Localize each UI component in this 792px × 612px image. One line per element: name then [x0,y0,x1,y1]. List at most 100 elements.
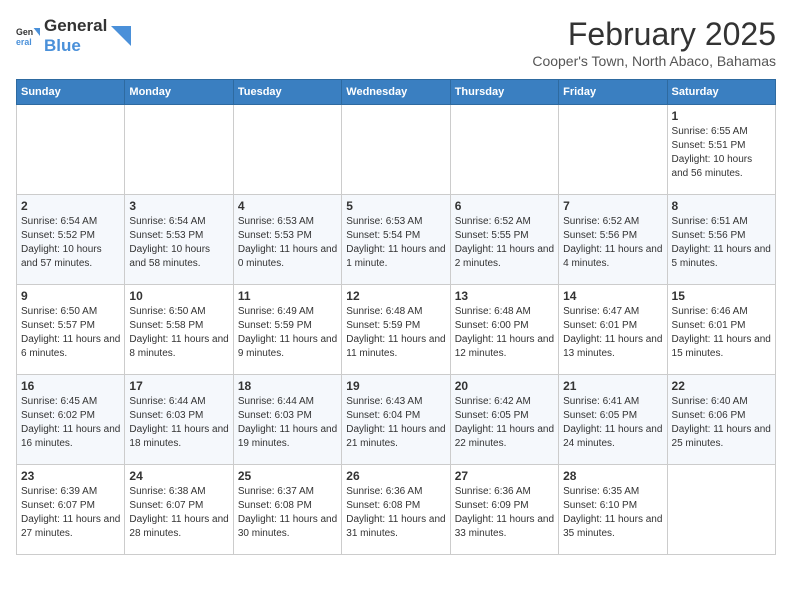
day-info: Sunrise: 6:54 AM Sunset: 5:53 PM Dayligh… [129,215,228,271]
weekday-header-sunday: Sunday [17,80,125,105]
calendar-cell: 19 Sunrise: 6:43 AM Sunset: 6:04 PM Dayli… [342,375,450,465]
calendar-cell: 23 Sunrise: 6:39 AM Sunset: 6:07 PM Dayli… [17,465,125,555]
title-area: February 2025 Cooper's Town, North Abaco… [532,16,776,69]
logo: Gen eral General Blue [16,16,131,57]
day-number: 5 [346,199,445,213]
calendar-week-3: 9Sunrise: 6:50 AM Sunset: 5:57 PM Daylig… [17,285,776,375]
day-number: 16 [21,379,120,393]
day-info: Sunrise: 6:53 AM Sunset: 5:53 PM Dayligh… [238,215,337,271]
day-info: Sunrise: 6:49 AM Sunset: 5:59 PM Dayligh… [238,305,337,361]
day-number: 6 [455,199,554,213]
day-number: 7 [563,199,662,213]
day-info: Sunrise: 6:37 AM Sunset: 6:08 PM Dayligh… [238,485,337,541]
calendar-week-4: 16Sunrise: 6:45 AM Sunset: 6:02 PM Dayli… [17,375,776,465]
calendar-cell [17,105,125,195]
calendar-cell: 11Sunrise: 6:49 AM Sunset: 5:59 PM Dayli… [233,285,341,375]
day-info: Sunrise: 6:43 AM Sunset: 6:04 PM Dayligh… [346,395,445,451]
calendar-cell [233,105,341,195]
day-number: 13 [455,289,554,303]
calendar-cell: 8 Sunrise: 6:51 AM Sunset: 5:56 PM Daylig… [667,195,775,285]
calendar-week-2: 2Sunrise: 6:54 AM Sunset: 5:52 PM Daylig… [17,195,776,285]
day-number: 1 [672,109,771,123]
calendar-cell: 15 Sunrise: 6:46 AM Sunset: 6:01 PM Dayli… [667,285,775,375]
calendar-cell: 27 Sunrise: 6:36 AM Sunset: 6:09 PM Dayli… [450,465,558,555]
day-info: Sunrise: 6:47 AM Sunset: 6:01 PM Dayligh… [563,305,662,361]
calendar-cell: 16Sunrise: 6:45 AM Sunset: 6:02 PM Dayli… [17,375,125,465]
weekday-header-friday: Friday [559,80,667,105]
calendar-cell [559,105,667,195]
calendar-cell: 4 Sunrise: 6:53 AM Sunset: 5:53 PM Daylig… [233,195,341,285]
calendar-table: SundayMondayTuesdayWednesdayThursdayFrid… [16,79,776,555]
day-number: 28 [563,469,662,483]
calendar-cell: 18 Sunrise: 6:44 AM Sunset: 6:03 PM Dayli… [233,375,341,465]
day-info: Sunrise: 6:46 AM Sunset: 6:01 PM Dayligh… [672,305,771,361]
day-number: 21 [563,379,662,393]
calendar-week-5: 23 Sunrise: 6:39 AM Sunset: 6:07 PM Dayli… [17,465,776,555]
day-info: Sunrise: 6:52 AM Sunset: 5:56 PM Dayligh… [563,215,662,271]
day-info: Sunrise: 6:36 AM Sunset: 6:09 PM Dayligh… [455,485,554,541]
day-number: 18 [238,379,337,393]
weekday-header-saturday: Saturday [667,80,775,105]
calendar-cell: 12 Sunrise: 6:48 AM Sunset: 5:59 PM Dayli… [342,285,450,375]
day-number: 25 [238,469,337,483]
day-number: 17 [129,379,228,393]
calendar-cell: 10Sunrise: 6:50 AM Sunset: 5:58 PM Dayli… [125,285,233,375]
day-info: Sunrise: 6:51 AM Sunset: 5:56 PM Dayligh… [672,215,771,271]
day-info: Sunrise: 6:48 AM Sunset: 5:59 PM Dayligh… [346,305,445,361]
calendar-cell: 13 Sunrise: 6:48 AM Sunset: 6:00 PM Dayli… [450,285,558,375]
day-number: 3 [129,199,228,213]
day-number: 27 [455,469,554,483]
day-info: Sunrise: 6:38 AM Sunset: 6:07 PM Dayligh… [129,485,228,541]
day-number: 26 [346,469,445,483]
day-number: 15 [672,289,771,303]
calendar-cell: 21 Sunrise: 6:41 AM Sunset: 6:05 PM Dayli… [559,375,667,465]
day-number: 19 [346,379,445,393]
day-info: Sunrise: 6:52 AM Sunset: 5:55 PM Dayligh… [455,215,554,271]
calendar-cell: 14Sunrise: 6:47 AM Sunset: 6:01 PM Dayli… [559,285,667,375]
day-number: 23 [21,469,120,483]
calendar-cell: 9Sunrise: 6:50 AM Sunset: 5:57 PM Daylig… [17,285,125,375]
calendar-cell [125,105,233,195]
calendar-cell: 5 Sunrise: 6:53 AM Sunset: 5:54 PM Daylig… [342,195,450,285]
calendar-cell: 28Sunrise: 6:35 AM Sunset: 6:10 PM Dayli… [559,465,667,555]
weekday-header-monday: Monday [125,80,233,105]
logo-blue-text: Blue [44,36,107,56]
day-info: Sunrise: 6:36 AM Sunset: 6:08 PM Dayligh… [346,485,445,541]
day-number: 22 [672,379,771,393]
calendar-cell: 2Sunrise: 6:54 AM Sunset: 5:52 PM Daylig… [17,195,125,285]
day-info: Sunrise: 6:55 AM Sunset: 5:51 PM Dayligh… [672,125,771,181]
location-title: Cooper's Town, North Abaco, Bahamas [532,53,776,69]
calendar-cell: 6 Sunrise: 6:52 AM Sunset: 5:55 PM Daylig… [450,195,558,285]
day-info: Sunrise: 6:41 AM Sunset: 6:05 PM Dayligh… [563,395,662,451]
day-info: Sunrise: 6:40 AM Sunset: 6:06 PM Dayligh… [672,395,771,451]
day-number: 20 [455,379,554,393]
day-info: Sunrise: 6:50 AM Sunset: 5:57 PM Dayligh… [21,305,120,361]
day-info: Sunrise: 6:48 AM Sunset: 6:00 PM Dayligh… [455,305,554,361]
calendar-cell [342,105,450,195]
calendar-cell: 17Sunrise: 6:44 AM Sunset: 6:03 PM Dayli… [125,375,233,465]
day-number: 12 [346,289,445,303]
day-number: 24 [129,469,228,483]
calendar-cell: 25 Sunrise: 6:37 AM Sunset: 6:08 PM Dayli… [233,465,341,555]
day-info: Sunrise: 6:53 AM Sunset: 5:54 PM Dayligh… [346,215,445,271]
calendar-cell: 3 Sunrise: 6:54 AM Sunset: 5:53 PM Daylig… [125,195,233,285]
day-info: Sunrise: 6:42 AM Sunset: 6:05 PM Dayligh… [455,395,554,451]
weekday-header-wednesday: Wednesday [342,80,450,105]
weekday-header-row: SundayMondayTuesdayWednesdayThursdayFrid… [17,80,776,105]
day-info: Sunrise: 6:50 AM Sunset: 5:58 PM Dayligh… [129,305,228,361]
calendar-cell: 26 Sunrise: 6:36 AM Sunset: 6:08 PM Dayli… [342,465,450,555]
day-info: Sunrise: 6:54 AM Sunset: 5:52 PM Dayligh… [21,215,120,271]
calendar-cell [667,465,775,555]
calendar-cell: 7 Sunrise: 6:52 AM Sunset: 5:56 PM Daylig… [559,195,667,285]
day-number: 4 [238,199,337,213]
day-number: 8 [672,199,771,213]
svg-text:Gen: Gen [16,28,33,38]
day-info: Sunrise: 6:39 AM Sunset: 6:07 PM Dayligh… [21,485,120,541]
calendar-cell [450,105,558,195]
month-title: February 2025 [532,16,776,53]
logo-triangle [111,26,131,46]
calendar-cell: 24 Sunrise: 6:38 AM Sunset: 6:07 PM Dayli… [125,465,233,555]
calendar-cell: 1 Sunrise: 6:55 AM Sunset: 5:51 PM Daylig… [667,105,775,195]
day-info: Sunrise: 6:44 AM Sunset: 6:03 PM Dayligh… [238,395,337,451]
calendar-week-1: 1 Sunrise: 6:55 AM Sunset: 5:51 PM Daylig… [17,105,776,195]
